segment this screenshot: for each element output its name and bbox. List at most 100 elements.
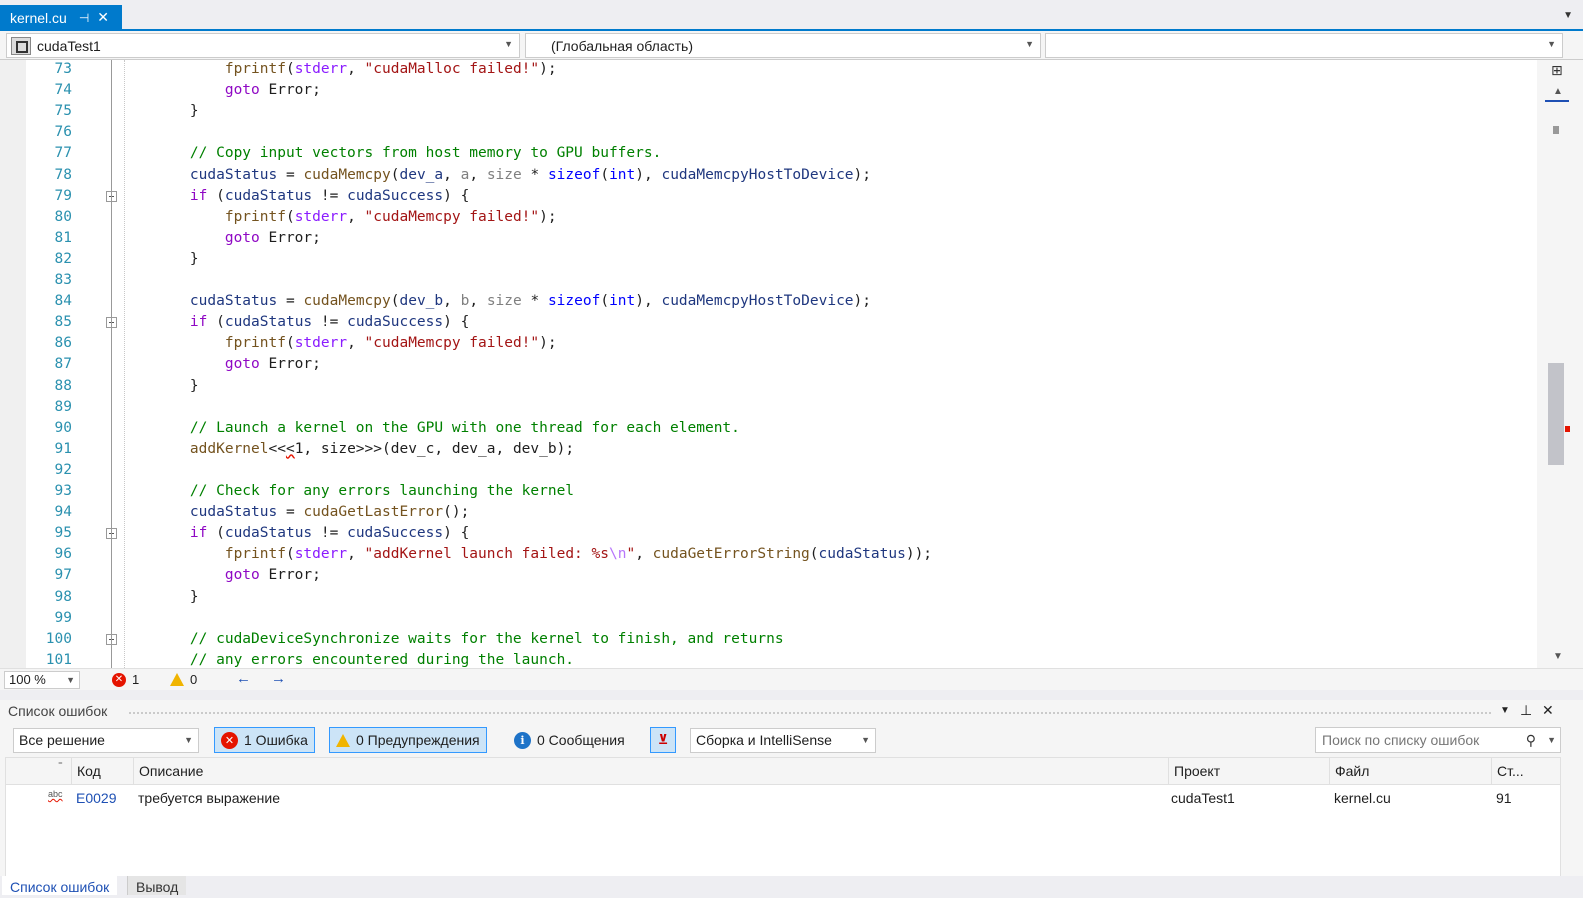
column-header-file[interactable]: Файл (1329, 758, 1491, 785)
split-icon[interactable]: ⊞ (1551, 62, 1563, 79)
code-text: fprintf(stderr, "cudaMemcpy failed!"); (224, 208, 557, 225)
column-menu-icon[interactable]: ⁼ (58, 752, 63, 779)
code-line[interactable]: 75 } (26, 101, 1537, 122)
chevron-down-icon: ▼ (504, 39, 513, 49)
table-row[interactable]: abc E0029 требуется выражение cudaTest1 … (6, 786, 1560, 810)
line-number: 100 (45, 630, 72, 647)
warnings-toggle-button[interactable]: 0 Предупреждения (329, 727, 487, 753)
errors-toggle-button[interactable]: ✕ 1 Ошибка (214, 727, 315, 753)
scope-combo[interactable]: (Глобальная область) ▼ (525, 33, 1041, 58)
code-editor[interactable]: 73 fprintf(stderr, "cudaMalloc failed!")… (0, 60, 1583, 668)
pin-icon[interactable]: ⊣ (79, 11, 89, 25)
bottom-tool-tabs: Список ошибок Вывод (0, 876, 1583, 895)
code-line[interactable]: 88 } (26, 376, 1537, 397)
code-line[interactable]: 80 fprintf(stderr, "cudaMemcpy failed!")… (26, 207, 1537, 228)
code-text: fprintf(stderr, "addKernel launch failed… (224, 546, 933, 563)
source-filter-combo[interactable]: Сборка и IntelliSense ▼ (690, 728, 876, 753)
line-number: 94 (54, 504, 72, 521)
code-text: goto Error; (224, 82, 321, 99)
warning-icon (170, 673, 184, 686)
document-tab-kernel[interactable]: kernel.cu ⊣ ✕ (0, 5, 122, 30)
next-issue-icon[interactable]: → (271, 670, 286, 687)
chevron-down-icon: ▼ (66, 675, 75, 685)
document-tab-label: kernel.cu (10, 9, 67, 26)
error-search-input[interactable]: Поиск по списку ошибок ⚲ ▼ (1315, 727, 1561, 753)
code-line[interactable]: 76 (26, 122, 1537, 143)
error-description: требуется выражение (138, 790, 280, 806)
code-text: } (155, 250, 199, 267)
column-header-code[interactable]: Код (71, 758, 133, 785)
code-line[interactable]: 92 (26, 460, 1537, 481)
zoom-combo[interactable]: 100 % ▼ (4, 671, 80, 689)
code-line[interactable]: 83 (26, 270, 1537, 291)
code-text: if (cudaStatus != cudaSuccess) { (189, 314, 470, 331)
column-header-line[interactable]: Ст... (1491, 758, 1538, 785)
code-line[interactable]: 91 addKernel<<<1, size>>>(dev_c, dev_a, … (26, 439, 1537, 460)
column-header-project[interactable]: Проект (1168, 758, 1329, 785)
code-line[interactable]: 97 goto Error; (26, 565, 1537, 586)
column-header-description[interactable]: Описание (133, 758, 1168, 785)
code-line[interactable]: 78 cudaStatus = cudaMemcpy(dev_a, a, siz… (26, 165, 1537, 186)
code-line[interactable]: 82 } (26, 249, 1537, 270)
error-icon: ✕ (221, 731, 238, 749)
code-line[interactable]: 73 fprintf(stderr, "cudaMalloc failed!")… (26, 60, 1537, 80)
line-number: 95 (54, 525, 72, 542)
code-line[interactable]: 77 // Copy input vectors from host memor… (26, 143, 1537, 164)
chevron-down-icon[interactable]: ▼ (1547, 728, 1556, 752)
scroll-up-icon[interactable]: ▲ (1553, 86, 1563, 97)
error-code-link[interactable]: E0029 (71, 786, 116, 810)
code-line[interactable]: 95 if (cudaStatus != cudaSuccess) { (26, 523, 1537, 544)
code-line[interactable]: 79 if (cudaStatus != cudaSuccess) { (26, 186, 1537, 207)
error-line: 91 (1496, 790, 1512, 806)
panel-menu-icon[interactable]: ▼ (1500, 705, 1510, 716)
line-number: 90 (54, 419, 72, 436)
code-line[interactable]: 86 fprintf(stderr, "cudaMemcpy failed!")… (26, 333, 1537, 354)
errors-toggle-label: 1 Ошибка (244, 732, 308, 748)
column-header-icon[interactable]: ⁼ (6, 758, 71, 785)
code-line[interactable]: 85 if (cudaStatus != cudaSuccess) { (26, 312, 1537, 333)
code-line[interactable]: 99 (26, 608, 1537, 629)
project-combo[interactable]: cudaTest1 ▼ (6, 33, 520, 58)
tab-overflow-dropdown-icon[interactable]: ▼ (1563, 10, 1573, 21)
search-icon[interactable]: ⚲ (1526, 728, 1536, 752)
code-line[interactable]: 96 fprintf(stderr, "addKernel launch fai… (26, 544, 1537, 565)
code-line[interactable]: 101 // any errors encountered during the… (26, 650, 1537, 668)
code-text: goto Error; (224, 356, 321, 373)
code-line[interactable]: 100 // cudaDeviceSynchronize waits for t… (26, 629, 1537, 650)
code-line[interactable]: 90 // Launch a kernel on the GPU with on… (26, 418, 1537, 439)
code-line[interactable]: 93 // Check for any errors launching the… (26, 481, 1537, 502)
code-line[interactable]: 84 cudaStatus = cudaMemcpy(dev_b, b, siz… (26, 291, 1537, 312)
panel-title: Список ошибок (8, 703, 108, 719)
code-area[interactable]: 73 fprintf(stderr, "cudaMalloc failed!")… (26, 60, 1537, 668)
tab-output[interactable]: Вывод (127, 876, 187, 895)
code-text: goto Error; (224, 229, 321, 246)
line-number: 82 (54, 250, 72, 267)
tab-error-list[interactable]: Список ошибок (2, 876, 118, 895)
code-line[interactable]: 87 goto Error; (26, 354, 1537, 375)
previous-issue-icon[interactable]: ← (236, 670, 251, 687)
code-line[interactable]: 89 (26, 397, 1537, 418)
close-icon[interactable]: ✕ (97, 9, 109, 26)
member-combo[interactable]: ▼ (1045, 33, 1563, 58)
info-icon: i (514, 731, 531, 749)
code-text: addKernel<<<1, size>>>(dev_c, dev_a, dev… (189, 440, 575, 457)
code-line[interactable]: 74 goto Error; (26, 80, 1537, 101)
intellisense-error-icon: abc (48, 789, 63, 799)
vertical-scrollbar[interactable]: ⊞ ▲ ▼ (1537, 60, 1583, 668)
code-text: cudaStatus = cudaGetLastError(); (189, 504, 470, 521)
close-icon[interactable]: ✕ (1542, 702, 1554, 719)
navigation-bar: cudaTest1 ▼ (Глобальная область) ▼ ▼ (0, 31, 1583, 60)
scope-filter-combo[interactable]: Все решение ▼ (13, 728, 199, 753)
error-count-indicator[interactable]: ✕ 1 (112, 672, 139, 687)
filter-icon[interactable]: ⊻ (650, 727, 676, 753)
code-line[interactable]: 81 goto Error; (26, 228, 1537, 249)
code-line[interactable]: 94 cudaStatus = cudaGetLastError(); (26, 502, 1537, 523)
messages-toggle-button[interactable]: i 0 Сообщения (508, 727, 631, 753)
line-number: 85 (54, 314, 72, 331)
code-line[interactable]: 98 } (26, 587, 1537, 608)
pin-icon[interactable]: ⊥ (1520, 702, 1532, 719)
scroll-down-icon[interactable]: ▼ (1553, 651, 1563, 662)
scroll-thumb[interactable] (1548, 363, 1564, 465)
panel-drag-handle[interactable] (128, 711, 1493, 716)
warning-count-indicator[interactable]: 0 (170, 672, 197, 687)
